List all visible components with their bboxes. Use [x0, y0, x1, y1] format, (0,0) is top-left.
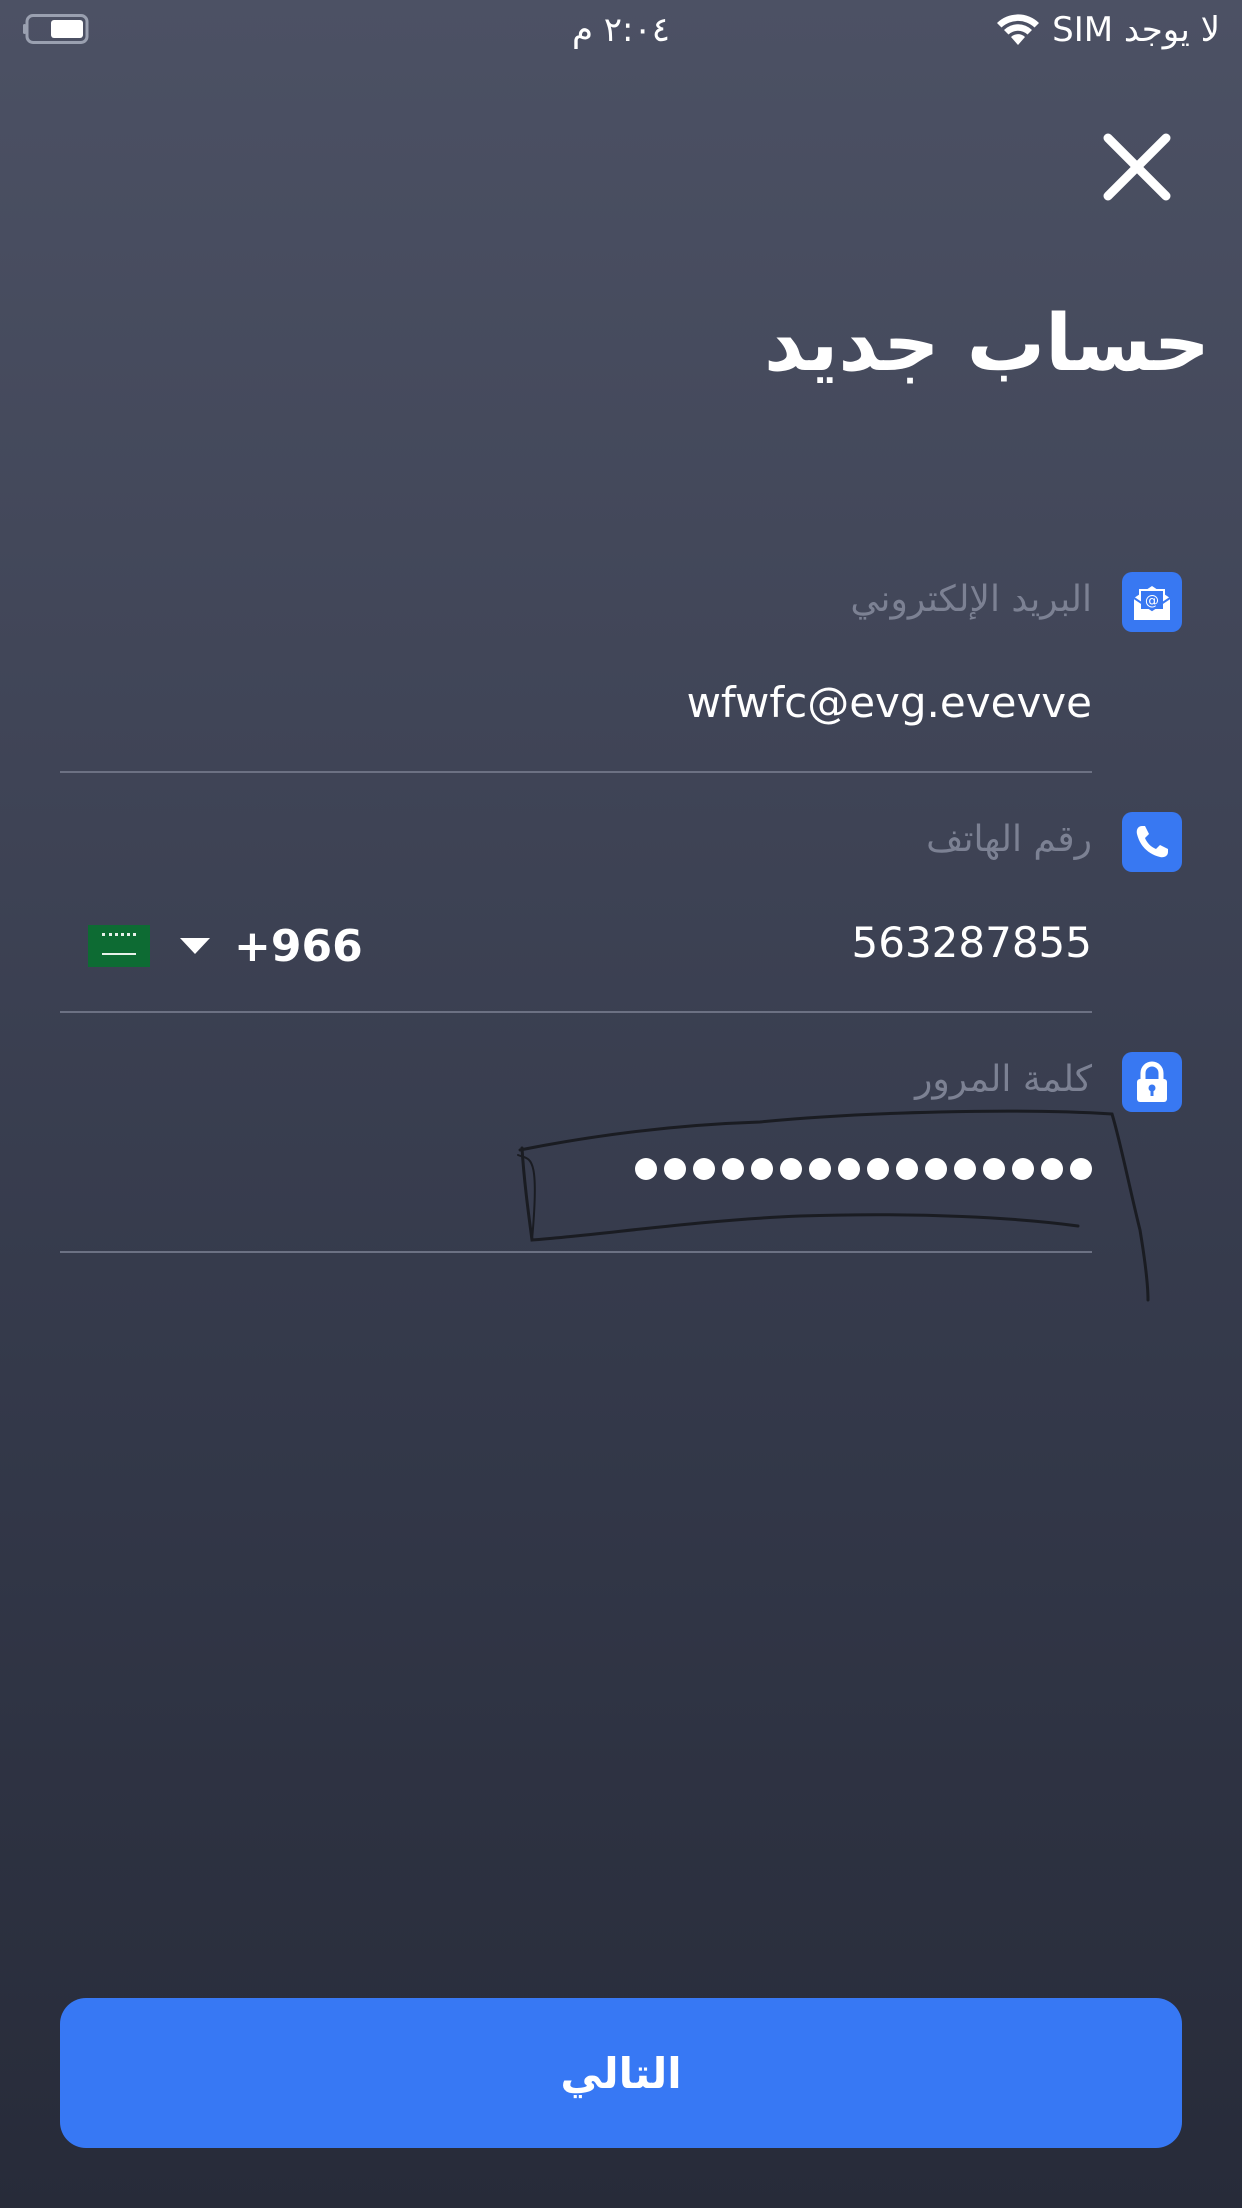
status-time: ٢:٠٤ م	[571, 10, 671, 50]
password-dot	[1070, 1158, 1092, 1180]
phone-input[interactable]	[592, 916, 1092, 970]
close-button[interactable]	[1098, 128, 1176, 206]
page-title: حساب جديد	[763, 299, 1210, 389]
password-dot	[693, 1158, 715, 1180]
lock-icon	[1122, 1052, 1182, 1112]
email-divider	[60, 771, 1092, 773]
phone-divider	[60, 1011, 1092, 1013]
email-input[interactable]	[292, 676, 1092, 730]
dial-code: +966	[234, 920, 363, 972]
password-dot	[1041, 1158, 1063, 1180]
close-icon	[1103, 133, 1171, 201]
password-dot	[664, 1158, 686, 1180]
password-dot	[751, 1158, 773, 1180]
password-dot	[983, 1158, 1005, 1180]
password-dot	[722, 1158, 744, 1180]
password-dot	[896, 1158, 918, 1180]
password-dot	[809, 1158, 831, 1180]
password-dot	[954, 1158, 976, 1180]
password-dot	[1012, 1158, 1034, 1180]
battery-icon	[23, 14, 89, 44]
phone-label: رقم الهاتف	[926, 819, 1092, 860]
country-code-picker[interactable]: +966	[88, 916, 363, 976]
password-label: كلمة المرور	[914, 1059, 1092, 1100]
hand-drawn-annotation	[517, 1109, 1150, 1302]
password-divider	[60, 1251, 1092, 1253]
saudi-arabia-flag-icon	[88, 925, 150, 967]
email-label: البريد الإلكتروني	[850, 579, 1092, 620]
password-dot	[838, 1158, 860, 1180]
password-input[interactable]	[635, 1158, 1092, 1180]
phone-icon	[1122, 812, 1182, 872]
next-button[interactable]: التالي	[60, 1998, 1182, 2148]
chevron-down-icon	[180, 938, 210, 954]
password-dot	[780, 1158, 802, 1180]
password-dot	[925, 1158, 947, 1180]
password-dot	[867, 1158, 889, 1180]
password-dot	[635, 1158, 657, 1180]
email-icon: @	[1122, 572, 1182, 632]
